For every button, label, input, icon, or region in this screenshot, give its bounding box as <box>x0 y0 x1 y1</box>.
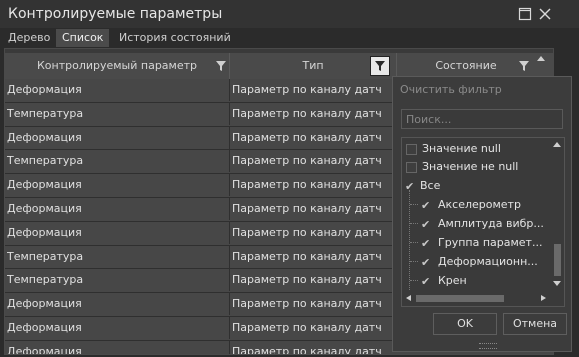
type-filter-button[interactable] <box>370 56 390 76</box>
scroll-up-icon[interactable] <box>534 52 548 66</box>
filter-option-accelerometer[interactable]: ✔ Акселерометр <box>402 196 550 214</box>
type-cell: Параметр по каналу датчика <box>232 249 382 263</box>
checkbox[interactable] <box>406 144 417 155</box>
param-cell: Температура <box>7 154 84 168</box>
type-cell: Параметр по каналу датчика <box>232 320 382 334</box>
resize-grip[interactable] <box>479 343 497 349</box>
param-cell: Деформация <box>7 201 82 215</box>
filter-option-deformation[interactable]: ✔ Деформационн... <box>402 253 550 271</box>
filter-option-not-null[interactable]: Значение не null <box>402 158 550 176</box>
type-cell: Параметр по каналу датчика <box>232 178 382 192</box>
column-label-type: Тип <box>302 59 324 72</box>
column-label-parameter: Контролируемый параметр <box>36 59 198 72</box>
param-cell: Деформация <box>7 320 82 334</box>
type-cell: Параметр по каналу датчика <box>232 225 382 239</box>
param-cell: Деформация <box>7 225 82 239</box>
param-cell: Температура <box>7 106 84 120</box>
type-cell: Параметр по каналу датчика <box>232 344 382 355</box>
checkmark-icon[interactable]: ✔ <box>421 273 430 291</box>
filter-option-roll[interactable]: ✔ Крен <box>402 272 550 290</box>
scroll-down-icon[interactable] <box>551 278 563 288</box>
window-title: Контролируемые параметры <box>8 6 223 22</box>
type-cell: Параметр по каналу датчика <box>232 130 382 144</box>
param-cell: Деформация <box>7 344 82 355</box>
checkmark-icon[interactable]: ✔ <box>421 235 430 253</box>
filter-option-label: Деформационн... <box>438 255 538 268</box>
vertical-scroll-thumb[interactable] <box>554 244 561 276</box>
title-bar: Контролируемые параметры <box>0 0 579 29</box>
filter-option-label: Амплитуда вибр... <box>438 217 544 230</box>
param-cell: Температура <box>7 273 84 287</box>
type-cell: Параметр по каналу датчика <box>232 273 382 287</box>
param-cell: Температура <box>7 249 84 263</box>
checkbox[interactable] <box>406 162 417 173</box>
filter-option-vibration[interactable]: ✔ Амплитуда вибр... <box>402 215 550 233</box>
checkmark-icon[interactable]: ✔ <box>421 197 430 215</box>
ok-button[interactable]: OK <box>433 313 497 335</box>
cancel-button[interactable]: Отмена <box>503 313 567 335</box>
param-cell: Деформация <box>7 178 82 192</box>
horizontal-scroll-thumb[interactable] <box>416 295 504 302</box>
filter-option-null[interactable]: Значение null <box>402 140 550 158</box>
tab-list[interactable]: Список <box>56 29 110 47</box>
type-cell: Параметр по каналу датчика <box>232 154 382 168</box>
tab-bar: Дерево Список История состояний <box>0 28 579 48</box>
tab-tree[interactable]: Дерево <box>2 29 56 47</box>
filter-option-label: Крен <box>438 274 467 287</box>
scroll-up-icon[interactable] <box>551 140 563 150</box>
filter-icon[interactable] <box>519 61 529 71</box>
param-cell: Деформация <box>7 130 82 144</box>
close-icon[interactable] <box>537 6 553 22</box>
scroll-left-icon[interactable] <box>404 293 414 303</box>
param-cell: Деформация <box>7 83 82 96</box>
filter-value-list: Значение null Значение не null ✔ Все ✔ А… <box>401 137 565 307</box>
type-cell: Параметр по каналу датчика <box>232 201 382 215</box>
param-cell: Деформация <box>7 297 82 311</box>
filter-search-input[interactable] <box>401 109 563 129</box>
filter-option-label: Значение null <box>422 142 501 155</box>
clear-filter-button[interactable]: Очистить фильтр <box>400 83 502 96</box>
filter-popup: Очистить фильтр Значение null Значение н… <box>392 76 572 352</box>
checkmark-icon[interactable]: ✔ <box>421 216 430 234</box>
column-header-parameter[interactable]: Контролируемый параметр <box>5 53 230 79</box>
tab-history[interactable]: История состояний <box>113 29 237 47</box>
filter-option-all[interactable]: ✔ Все <box>402 177 550 195</box>
maximize-icon[interactable] <box>517 6 533 22</box>
checkmark-icon[interactable]: ✔ <box>421 254 430 272</box>
scroll-right-icon[interactable] <box>538 293 548 303</box>
type-cell: Параметр по каналу датчика <box>232 106 382 120</box>
filter-option-label: Группа парамет... <box>438 236 543 249</box>
filter-icon <box>375 61 385 71</box>
type-cell: Параметр по каналу датчика <box>232 297 382 311</box>
type-cell: Параметр по каналу датчика <box>232 83 382 96</box>
filter-icon[interactable] <box>216 61 226 71</box>
checkmark-icon[interactable]: ✔ <box>405 178 414 196</box>
filter-option-group[interactable]: ✔ Группа парамет... <box>402 234 550 252</box>
column-label-state: Состояние <box>435 59 497 72</box>
filter-option-label: Все <box>420 179 441 192</box>
filter-option-label: Акселерометр <box>438 198 521 211</box>
filter-option-label: Значение не null <box>422 160 519 173</box>
